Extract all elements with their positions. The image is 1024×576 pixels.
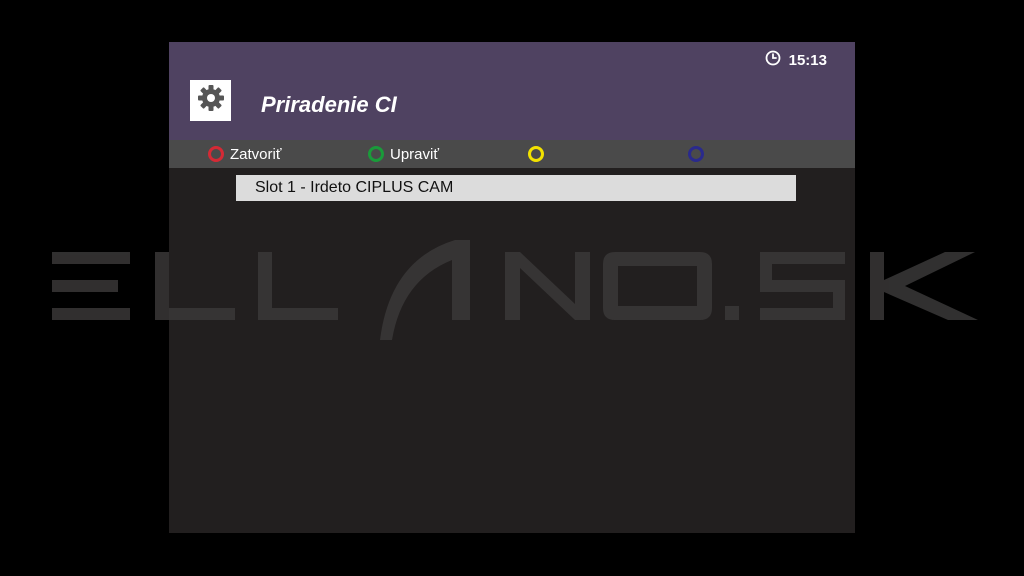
red-key-icon	[208, 146, 224, 162]
red-key-label: Zatvoriť	[230, 145, 282, 163]
clock-icon	[765, 50, 781, 70]
gear-icon	[196, 83, 226, 118]
list-item-slot-1[interactable]: Slot 1 - Irdeto CIPLUS CAM	[236, 175, 796, 201]
color-key-bar: Zatvoriť Upraviť	[169, 140, 855, 168]
clock-time: 15:13	[788, 51, 827, 69]
blue-key[interactable]	[688, 144, 704, 164]
green-key-label: Upraviť	[390, 145, 439, 163]
red-key-close[interactable]: Zatvoriť	[208, 144, 281, 164]
settings-tile	[190, 80, 231, 121]
green-key-icon	[368, 146, 384, 162]
list-item-label: Slot 1 - Irdeto CIPLUS CAM	[255, 179, 454, 196]
page-title: Priradenie CI	[261, 92, 397, 117]
clock: 15:13	[765, 50, 827, 70]
yellow-key-icon	[528, 146, 544, 162]
ci-assignment-window: 15:13 Priradenie CI Zatvoriť Upraviť Slo…	[169, 42, 855, 533]
green-key-edit[interactable]: Upraviť	[368, 144, 439, 164]
blue-key-icon	[688, 146, 704, 162]
yellow-key[interactable]	[528, 144, 544, 164]
header-bar: 15:13 Priradenie CI	[169, 42, 855, 140]
